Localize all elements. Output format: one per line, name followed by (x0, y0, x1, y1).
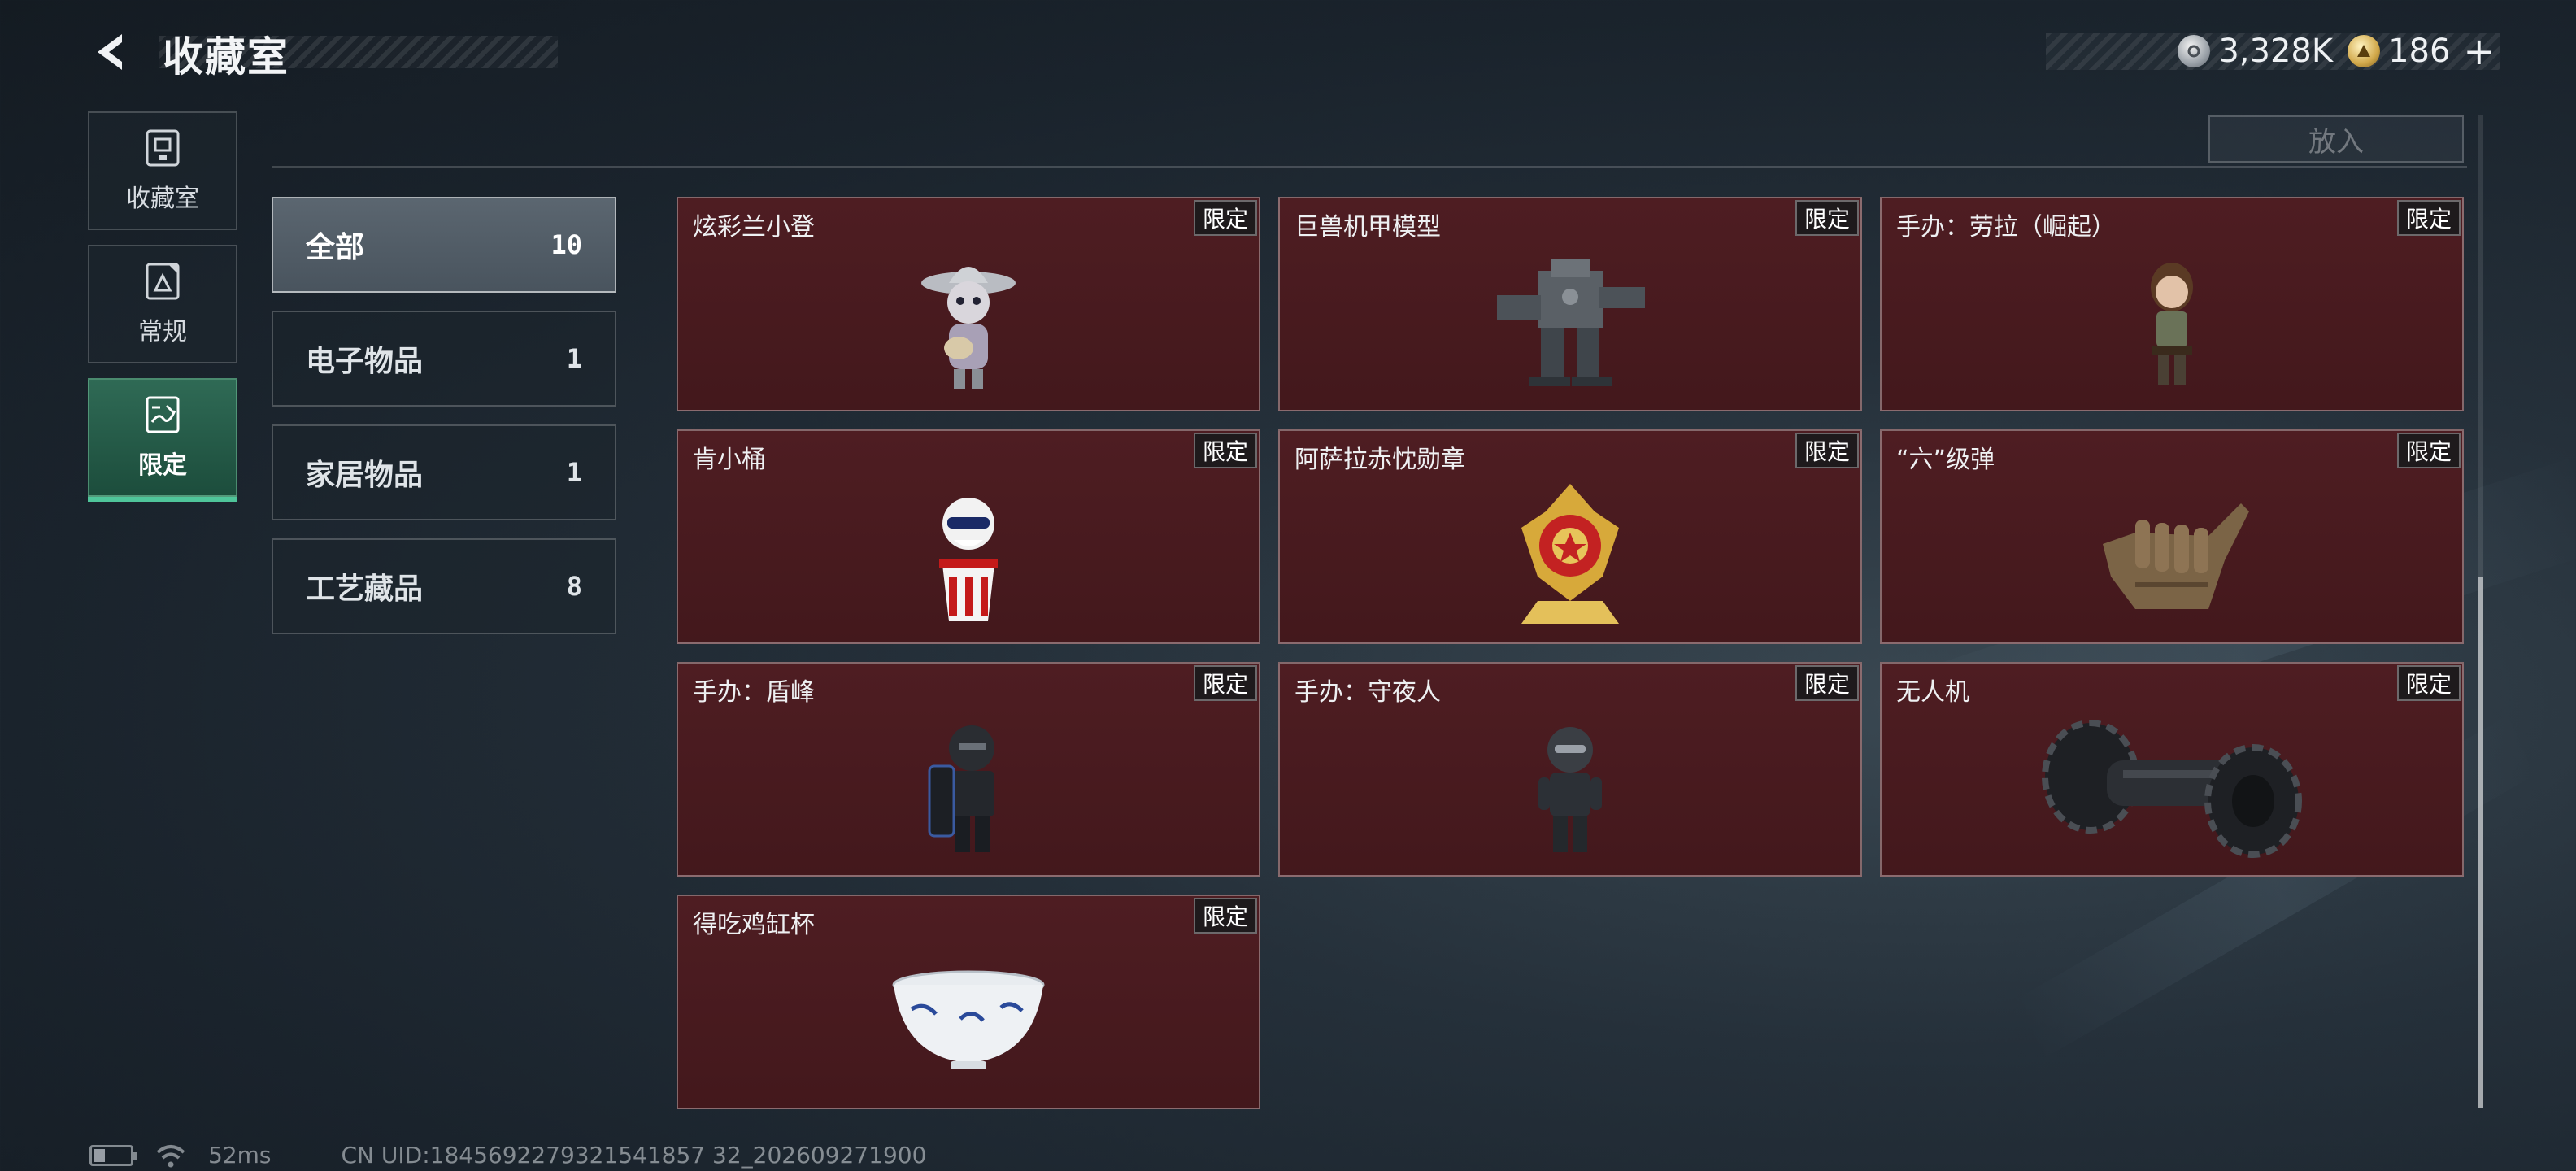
item-card[interactable]: 肯小桶 限定 (677, 429, 1260, 644)
category-label: 工艺藏品 (306, 572, 424, 606)
item-card[interactable]: 手办：劳拉（崛起） 限定 (1880, 197, 2464, 411)
item-grid: 炫彩兰小登 限定 巨兽机甲模型 限定 手办：劳拉（崛起） 限定 肯小桶 限定 阿… (677, 197, 2465, 1109)
put-in-button[interactable]: 放入 (2208, 115, 2464, 163)
figure-shield-icon (846, 707, 1090, 870)
side-nav: 收藏室 常规 限定 (88, 111, 237, 511)
limited-tag: 限定 (1194, 665, 1257, 701)
item-card[interactable]: 手办：盾峰 限定 (677, 662, 1260, 877)
bucket-figure-icon (846, 475, 1090, 638)
top-strip (272, 106, 2467, 168)
category-crafts[interactable]: 工艺藏品 8 (272, 538, 616, 634)
back-arrow-icon (98, 34, 122, 70)
currency-bar: 3,328K 186 + (2046, 29, 2500, 73)
status-footer: 52ms CN UID:1845692279321541857 32_20260… (89, 1142, 926, 1169)
item-card[interactable]: 阿萨拉赤忱勋章 限定 (1278, 429, 1862, 644)
silver-coin-icon (2178, 35, 2211, 67)
page-title: 收藏室 (163, 33, 289, 81)
nav-label-collection: 收藏室 (126, 185, 199, 213)
wifi-icon (156, 1144, 185, 1167)
medal-icon (1448, 475, 1692, 638)
category-count: 1 (566, 457, 582, 488)
uid-text: CN UID:1845692279321541857 32_2026092719… (341, 1142, 927, 1169)
item-card[interactable]: 无人机 限定 (1880, 662, 2464, 877)
nav-item-limited[interactable]: 限定 (88, 378, 237, 502)
category-count: 10 (550, 229, 582, 260)
category-count: 8 (566, 571, 582, 602)
ping-value: 52ms (208, 1142, 272, 1169)
item-card[interactable]: 手办：守夜人 限定 (1278, 662, 1862, 877)
item-name: 肯小桶 (693, 446, 766, 474)
limited-tag: 限定 (2397, 200, 2461, 236)
category-label: 家居物品 (306, 459, 424, 492)
category-count: 1 (566, 343, 582, 374)
nav-label-regular: 常规 (138, 318, 187, 346)
category-all[interactable]: 全部 10 (272, 197, 616, 293)
nav-label-limited: 限定 (138, 451, 187, 480)
item-name: 炫彩兰小登 (693, 213, 815, 242)
limited-tag: 限定 (1795, 433, 1859, 468)
limited-tag: 限定 (1194, 898, 1257, 934)
toy-figure-sombrero-icon (846, 242, 1090, 405)
porcelain-cup-icon (846, 940, 1090, 1103)
limited-tag: 限定 (1194, 433, 1257, 468)
limited-tag: 限定 (1194, 200, 1257, 236)
regular-icon (146, 263, 180, 300)
collection-icon (146, 129, 180, 167)
item-name: 阿萨拉赤忱勋章 (1295, 446, 1465, 474)
gold-coin-icon (2348, 35, 2381, 67)
category-electronics[interactable]: 电子物品 1 (272, 311, 616, 407)
limited-tag: 限定 (1795, 665, 1859, 701)
limited-icon (146, 396, 180, 433)
gold-balance: 186 (2388, 33, 2451, 70)
category-list: 全部 10 电子物品 1 家居物品 1 工艺藏品 8 (272, 197, 616, 652)
scrollbar-thumb[interactable] (2478, 577, 2483, 1108)
item-card[interactable]: 得吃鸡缸杯 限定 (677, 895, 1260, 1109)
limited-tag: 限定 (2397, 665, 2461, 701)
currency-gold: 186 + (2348, 29, 2495, 73)
back-button[interactable] (88, 28, 137, 76)
figure-lara-icon (2050, 242, 2294, 405)
item-name: 得吃鸡缸杯 (693, 911, 815, 939)
bullet-hand-icon (2050, 475, 2294, 638)
category-label: 全部 (306, 231, 365, 264)
category-household[interactable]: 家居物品 1 (272, 424, 616, 520)
add-currency-button[interactable]: + (2463, 29, 2495, 73)
nav-item-regular[interactable]: 常规 (88, 245, 237, 363)
item-name: 巨兽机甲模型 (1295, 213, 1441, 242)
item-name: 手办：劳拉（崛起） (1896, 213, 2116, 242)
item-name: 无人机 (1896, 678, 1969, 707)
category-label: 电子物品 (306, 345, 424, 378)
battery-icon (89, 1144, 137, 1166)
limited-tag: 限定 (2397, 433, 2461, 468)
figure-nightwatch-icon (1448, 707, 1692, 870)
nav-item-collection[interactable]: 收藏室 (88, 111, 237, 230)
drone-icon (2026, 707, 2318, 870)
item-card[interactable]: 炫彩兰小登 限定 (677, 197, 1260, 411)
item-name: 手办：盾峰 (693, 678, 815, 707)
item-card[interactable]: “六”级弹 限定 (1880, 429, 2464, 644)
mech-model-icon (1448, 242, 1692, 405)
silver-balance: 3,328K (2218, 33, 2334, 70)
currency-silver: 3,328K (2178, 33, 2333, 70)
item-name: 手办：守夜人 (1295, 678, 1441, 707)
limited-tag: 限定 (1795, 200, 1859, 236)
item-card[interactable]: 巨兽机甲模型 限定 (1278, 197, 1862, 411)
item-name: “六”级弹 (1896, 446, 1995, 474)
